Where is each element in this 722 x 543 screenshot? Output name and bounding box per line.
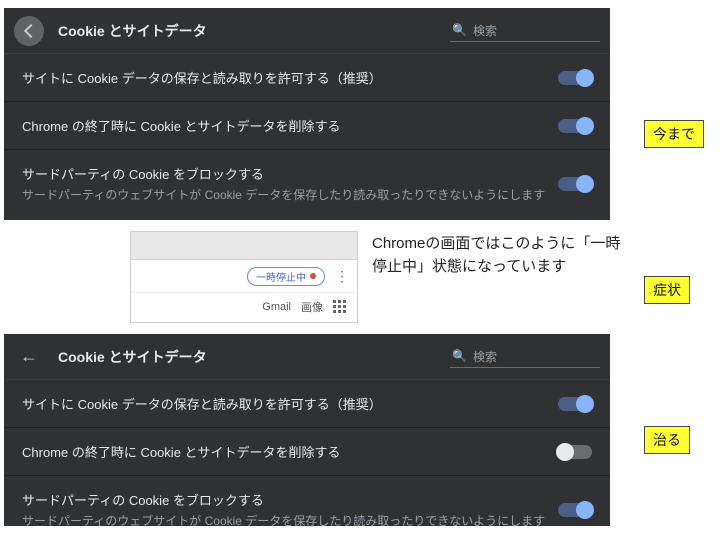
setting-row-allow-cookies: サイトに Cookie データの保存と読み取りを許可する（推奨） [4,380,610,428]
back-button[interactable] [14,16,44,46]
row-text: サイトに Cookie データの保存と読み取りを許可する（推奨） [22,394,558,413]
row-text: サードパーティの Cookie をブロックする サードパーティのウェブサイトが … [22,490,558,529]
setting-row-allow-cookies: サイトに Cookie データの保存と読み取りを許可する（推奨） [4,54,610,102]
link-gmail[interactable]: Gmail [262,301,291,313]
search-icon: 🔍 [452,23,467,37]
search-input[interactable]: 🔍 検索 [450,346,600,368]
sync-paused-pill[interactable]: 一時停止中 [247,267,325,286]
row-text: Chrome の終了時に Cookie とサイトデータを削除する [22,116,558,135]
setting-row-block-thirdparty: サードパーティの Cookie をブロックする サードパーティのウェブサイトが … [4,150,610,217]
row-text: サードパーティの Cookie をブロックする サードパーティのウェブサイトが … [22,164,558,203]
back-button[interactable]: ← [14,342,44,372]
setting-row-block-thirdparty: サードパーティの Cookie をブロックする サードパーティのウェブサイトが … [4,476,610,543]
toggle-allow-cookies[interactable] [558,397,592,411]
caption-text: Chromeの画面ではこのように「一時停止中」状態になっています [372,232,622,279]
card-mid: 一時停止中 ⋮ [131,260,357,292]
link-images[interactable]: 画像 [301,299,323,315]
tag-symptom: 症状 [644,276,690,304]
panel-header: ← Cookie とサイトデータ 🔍 検索 [4,334,610,380]
search-icon: 🔍 [452,349,467,363]
menu-button[interactable]: ⋮ [335,268,349,285]
tag-until-now: 今まで [644,120,704,148]
row-title: サイトに Cookie データの保存と読み取りを許可する（推奨） [22,394,558,413]
panel-header: Cookie とサイトデータ 🔍 検索 [4,8,610,54]
settings-panel-after: ← Cookie とサイトデータ 🔍 検索 サイトに Cookie データの保存… [4,334,610,526]
card-bottom: Gmail 画像 [131,292,357,320]
settings-panel-before: Cookie とサイトデータ 🔍 検索 サイトに Cookie データの保存と読… [4,8,610,220]
row-title: サードパーティの Cookie をブロックする [22,164,558,183]
row-subtitle: サードパーティのウェブサイトが Cookie データを保存したり読み取ったりでき… [22,186,558,203]
alert-dot-icon [310,273,316,279]
row-title: サイトに Cookie データの保存と読み取りを許可する（推奨） [22,68,558,87]
toggle-clear-on-exit[interactable] [558,119,592,133]
chrome-paused-card: 一時停止中 ⋮ Gmail 画像 [130,231,358,323]
row-subtitle: サードパーティのウェブサイトが Cookie データを保存したり読み取ったりでき… [22,512,558,529]
search-placeholder: 検索 [473,348,497,365]
toggle-block-thirdparty[interactable] [558,177,592,191]
card-topbar [131,232,357,260]
search-placeholder: 検索 [473,22,497,39]
toggle-clear-on-exit[interactable] [558,445,592,459]
arrow-left-icon [23,23,37,37]
toggle-allow-cookies[interactable] [558,71,592,85]
tag-fix: 治る [644,426,690,454]
page-title: Cookie とサイトデータ [58,21,450,41]
setting-row-clear-on-exit: Chrome の終了時に Cookie とサイトデータを削除する [4,102,610,150]
pill-label: 一時停止中 [256,269,306,284]
row-title: Chrome の終了時に Cookie とサイトデータを削除する [22,442,558,461]
page-title: Cookie とサイトデータ [58,347,450,367]
toggle-block-thirdparty[interactable] [558,503,592,517]
setting-row-clear-on-exit: Chrome の終了時に Cookie とサイトデータを削除する [4,428,610,476]
row-text: Chrome の終了時に Cookie とサイトデータを削除する [22,442,558,461]
row-title: Chrome の終了時に Cookie とサイトデータを削除する [22,116,558,135]
row-title: サードパーティの Cookie をブロックする [22,490,558,509]
search-input[interactable]: 🔍 検索 [450,20,600,42]
row-text: サイトに Cookie データの保存と読み取りを許可する（推奨） [22,68,558,87]
apps-grid-icon[interactable] [333,300,347,314]
